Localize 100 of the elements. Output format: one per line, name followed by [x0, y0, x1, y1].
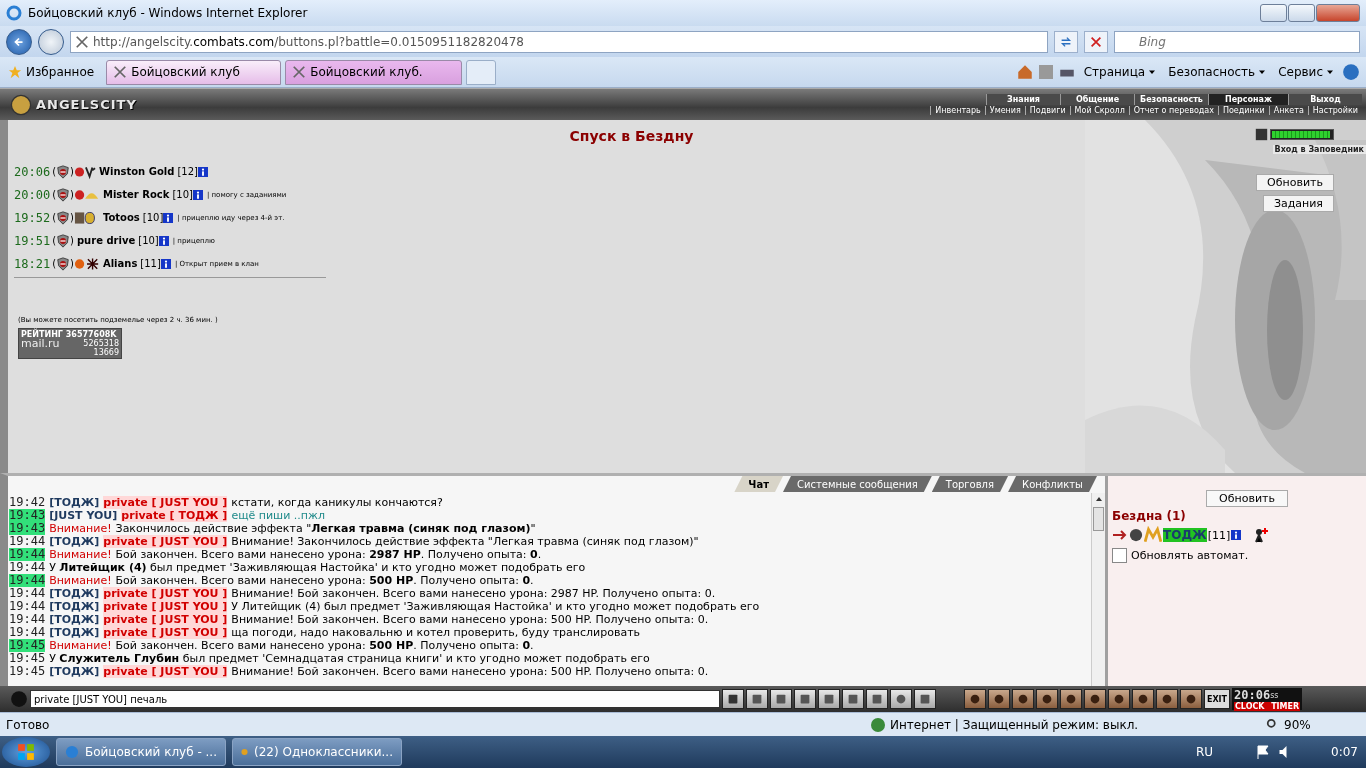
scrollbar[interactable]	[1091, 493, 1105, 686]
subnav-link[interactable]: Умения	[984, 106, 1025, 115]
tool-button[interactable]	[890, 689, 912, 709]
command-menu[interactable]: Сервис	[1274, 65, 1338, 79]
message-time: 19:44	[9, 561, 46, 574]
counter-badge[interactable]: РЕЙТИНГ 36577608K mail.ru 5265318 13669	[18, 328, 122, 359]
sender-name[interactable]: [ТОДЖ]	[49, 587, 100, 600]
minimize-button[interactable]	[1260, 4, 1287, 22]
bracket: (	[52, 235, 57, 246]
refresh-button[interactable]: Обновить	[1206, 490, 1288, 507]
message-text: У Служитель Глубин был предмет 'Семнадцатая страница книги' и кто угодно может подобрать его	[49, 652, 650, 665]
tool-button[interactable]	[818, 689, 840, 709]
player-name[interactable]: Winston Gold	[98, 166, 175, 177]
subnav-link[interactable]: Мой Скролл	[1069, 106, 1129, 115]
address-field[interactable]: http://angelscity.combats.com/buttons.pl?battle=0.0150951182820478	[70, 30, 1048, 53]
back-button[interactable]	[6, 28, 32, 55]
message-time: 19:43	[9, 509, 46, 522]
player-name[interactable]: Mister Rock	[102, 189, 170, 200]
favorites-button[interactable]: Избранное	[6, 65, 103, 79]
browser-tab[interactable]: Бойцовский клуб.	[285, 59, 463, 85]
player-name[interactable]: Totoos	[102, 212, 140, 223]
private-label[interactable]: private [ JUST YOU ]	[103, 613, 228, 626]
nav-tab[interactable]: Общение	[1060, 94, 1134, 105]
action-button[interactable]: Задания	[1262, 195, 1334, 212]
private-label[interactable]: private [ JUST YOU ]	[103, 665, 228, 678]
scroll-thumb[interactable]	[1093, 507, 1104, 531]
tool-button[interactable]	[1012, 689, 1034, 709]
message-time: 19:44	[9, 548, 46, 561]
browser-tab[interactable]: Бойцовский клуб	[106, 59, 282, 85]
chat-tab[interactable]: Чат	[734, 476, 783, 492]
search-field[interactable]: Bing	[1114, 30, 1360, 53]
chat-tab[interactable]: Системные сообщения	[783, 476, 932, 492]
tool-button[interactable]	[964, 689, 986, 709]
tool-button[interactable]	[1084, 689, 1106, 709]
sender-name[interactable]: [ТОДЖ]	[49, 496, 100, 509]
nav-tab[interactable]: Знания	[986, 94, 1060, 105]
subnav-link[interactable]: Поединки	[1217, 106, 1269, 115]
tool-button[interactable]	[770, 689, 792, 709]
sender-name[interactable]: [ТОДЖ]	[49, 626, 100, 639]
tool-button[interactable]	[988, 689, 1010, 709]
tool-button[interactable]	[1156, 689, 1178, 709]
command-menu[interactable]: Безопасность	[1164, 65, 1271, 79]
private-label[interactable]: private [ JUST YOU ]	[103, 600, 228, 613]
nav-tab[interactable]: Выход	[1288, 94, 1362, 105]
sender-name[interactable]: [ТОДЖ]	[49, 535, 100, 548]
tool-button[interactable]	[1108, 689, 1130, 709]
sender-name[interactable]: [ТОДЖ]	[49, 613, 100, 626]
sender-name[interactable]: [JUST YOU]	[49, 509, 118, 522]
bracket: (	[52, 258, 57, 269]
player-name[interactable]: Alians	[102, 258, 138, 269]
subnav-link[interactable]: Настройки	[1307, 106, 1362, 115]
player-name[interactable]: pure drive	[76, 235, 136, 246]
chat-tab[interactable]: Торговля	[931, 476, 1009, 492]
tool-button[interactable]	[1180, 689, 1202, 709]
send-button[interactable]	[722, 689, 744, 709]
subnav-link[interactable]: Отчет о переводах	[1128, 106, 1218, 115]
subnav-link[interactable]: Анкета	[1268, 106, 1308, 115]
private-label[interactable]: private [ JUST YOU ]	[103, 535, 228, 548]
private-label[interactable]: private [ JUST YOU ]	[103, 626, 228, 639]
tool-button[interactable]	[1036, 689, 1058, 709]
nav-tab[interactable]: Безопасность	[1134, 94, 1208, 105]
nav-tab[interactable]: Персонаж	[1208, 94, 1288, 105]
bracket: )	[70, 212, 74, 223]
sender-name[interactable]: [ТОДЖ]	[49, 600, 100, 613]
tool-button[interactable]	[1060, 689, 1082, 709]
taskbar-item[interactable]: (22) Одноклассники...	[232, 738, 402, 766]
zoom-button[interactable]: 90%	[1260, 716, 1360, 733]
chat-input[interactable]: private [JUST YOU] печаль	[30, 690, 720, 708]
exit-button[interactable]: EXIT	[1204, 689, 1230, 709]
auto-refresh-checkbox[interactable]	[1112, 548, 1127, 563]
subnav-link[interactable]: Подвиги	[1024, 106, 1070, 115]
command-menu[interactable]: Страница	[1079, 65, 1161, 79]
sender-name[interactable]: [ТОДЖ]	[49, 665, 100, 678]
private-label[interactable]: private [ JUST YOU ]	[103, 587, 228, 600]
user-name[interactable]: ТОДЖ	[1163, 528, 1207, 542]
action-button[interactable]: Обновить	[1256, 174, 1334, 191]
private-label[interactable]: private [ JUST YOU ]	[103, 496, 228, 509]
private-label[interactable]: private [ ТОДЖ ]	[121, 509, 228, 522]
bracket: )	[70, 189, 74, 200]
subnav-link[interactable]: Инвентарь	[930, 106, 985, 115]
alert-label: Внимание!	[49, 639, 112, 652]
taskbar-item[interactable]: Бойцовский клуб - ...	[56, 738, 226, 766]
maximize-button[interactable]	[1288, 4, 1315, 22]
player-level: [10]	[138, 235, 159, 246]
stop-button[interactable]	[1084, 30, 1108, 53]
chat-tab[interactable]: Конфликты	[1008, 476, 1097, 492]
tool-button[interactable]	[842, 689, 864, 709]
tool-button[interactable]	[794, 689, 816, 709]
reserve-link[interactable]: Вход в Заповедник	[1272, 145, 1366, 154]
tool-button[interactable]	[866, 689, 888, 709]
refresh-button[interactable]	[1054, 30, 1078, 53]
entry-time: 20:06	[14, 164, 51, 179]
info-icon	[192, 189, 203, 200]
language-indicator[interactable]: RU	[1195, 745, 1214, 759]
tool-button[interactable]	[914, 689, 936, 709]
tool-button[interactable]	[1132, 689, 1154, 709]
message-time: 19:44	[9, 535, 46, 548]
start-button[interactable]	[2, 737, 50, 767]
tool-button[interactable]	[746, 689, 768, 709]
forward-button[interactable]	[38, 28, 64, 55]
